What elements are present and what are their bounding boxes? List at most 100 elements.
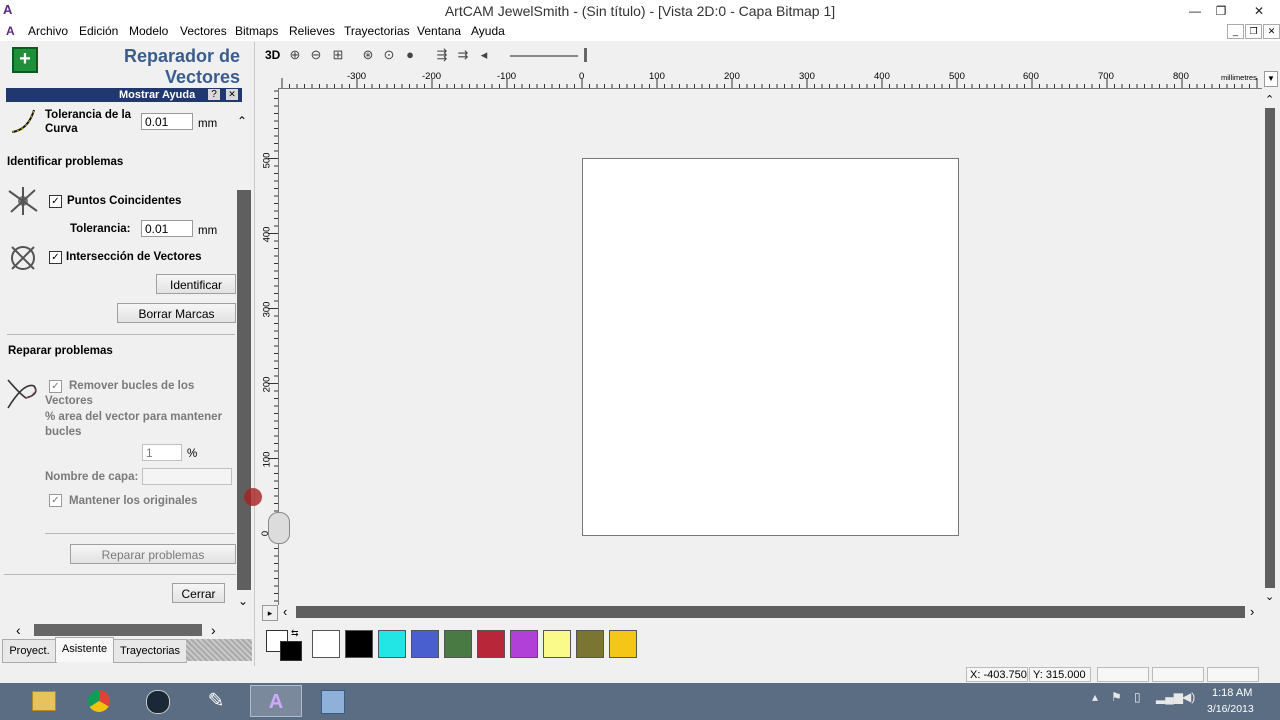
clock-time[interactable]: 1:18 AM (1212, 687, 1252, 699)
status-field (1097, 667, 1149, 682)
scroll-up-icon[interactable]: ⌃ (237, 114, 247, 128)
palette-swatch[interactable] (543, 630, 571, 658)
scroll-left-icon[interactable]: ‹ (16, 622, 21, 638)
scroll-down-icon[interactable]: ⌄ (238, 594, 248, 608)
view-3d-button[interactable]: 3D (265, 48, 280, 62)
device-icon[interactable]: ▯ (1134, 690, 1141, 704)
restore-button[interactable]: ❐ (1206, 0, 1236, 22)
zoom-box-icon[interactable]: ⊞ (330, 47, 346, 63)
menu-bitmaps[interactable]: Bitmaps (235, 24, 278, 38)
swap-colors-icon[interactable]: ⇆ (291, 628, 299, 639)
canvas-scroll-up-icon[interactable]: ⌃ (1265, 93, 1274, 106)
menu-trayectorias[interactable]: Trayectorias (344, 24, 410, 38)
panel-scrollbar-thumb[interactable] (237, 190, 251, 590)
menu-vectores[interactable]: Vectores (180, 24, 227, 38)
canvas-vscroll-thumb[interactable] (1265, 108, 1275, 588)
zoom-out-icon[interactable]: ⊖ (308, 47, 324, 63)
identify-button[interactable]: Identificar (156, 274, 236, 294)
mdi-close-button[interactable]: ✕ (1263, 24, 1280, 39)
menu-relieves[interactable]: Relieves (289, 24, 335, 38)
artcam-icon[interactable]: A (250, 685, 302, 717)
tab-project[interactable]: Proyect. (2, 639, 57, 663)
menu-edicion[interactable]: Edición (79, 24, 118, 38)
scroll-right-icon[interactable]: › (211, 622, 216, 638)
repair-problems-button[interactable]: Reparar problemas (70, 544, 236, 564)
menu-ventana[interactable]: Ventana (417, 24, 461, 38)
material-sheet[interactable] (582, 158, 959, 536)
curve-tolerance-input[interactable]: 0.01 (141, 113, 193, 130)
zoom-all-icon[interactable]: ⊛ (360, 47, 376, 63)
steam-icon[interactable] (138, 685, 178, 717)
vector-intersection-checkbox[interactable]: ✓ (49, 251, 62, 264)
zoom-in-icon[interactable]: ⊕ (287, 47, 303, 63)
tab-toolpaths[interactable]: Trayectorias (113, 639, 187, 663)
percent-area-input[interactable]: 1 (142, 444, 182, 461)
vector-intersection-icon (11, 246, 35, 270)
pen-tool-icon[interactable]: ✎ (196, 685, 236, 717)
hscroll-expand-icon[interactable]: ▸ (262, 605, 278, 621)
clear-marks-button[interactable]: Borrar Marcas (117, 303, 236, 323)
zoom-previous-icon[interactable]: ● (402, 47, 418, 63)
help-bar[interactable]: Mostrar Ayuda ? ✕ (6, 88, 242, 102)
canvas-scroll-left-icon[interactable]: ‹ (283, 604, 287, 619)
palette-swatch[interactable] (444, 630, 472, 658)
slider-track[interactable] (510, 55, 578, 57)
menu-modelo[interactable]: Modelo (129, 24, 168, 38)
canvas-scroll-down-icon[interactable]: ⌄ (1265, 590, 1274, 603)
doc-icon[interactable]: A (6, 24, 15, 38)
curve-icon (11, 109, 35, 133)
layer-reset-icon[interactable]: ◂ (476, 47, 492, 63)
canvas-scroll-right-icon[interactable]: › (1250, 604, 1254, 619)
palette-swatch[interactable] (609, 630, 637, 658)
panel-title-line2: Vectores (164, 67, 240, 87)
layer-name-input[interactable] (142, 468, 232, 485)
v-ruler-label: 400 (261, 226, 273, 243)
mdi-restore-button[interactable]: ❐ (1245, 24, 1262, 39)
mdi-minimize-button[interactable]: _ (1227, 24, 1244, 39)
help-close-button[interactable]: ✕ (226, 89, 238, 100)
keep-originals-label: Mantener los originales (69, 495, 198, 507)
layer-up-icon[interactable]: ⇶ (434, 47, 450, 63)
canvas-hscroll-thumb[interactable] (296, 606, 1245, 618)
close-panel-button[interactable]: Cerrar (172, 583, 225, 603)
panel-title-line1: Reparador de (123, 46, 240, 66)
h-ruler-label: 600 (1023, 71, 1039, 82)
keep-originals-checkbox[interactable]: ✓ (49, 494, 62, 507)
zoom-selection-icon[interactable]: ⊙ (381, 47, 397, 63)
menu-ayuda[interactable]: Ayuda (471, 24, 505, 38)
remove-loops-label-1: Remover bucles de los (69, 380, 195, 392)
signal-icon[interactable]: ▂▄▆ (1156, 690, 1183, 704)
palette-swatch[interactable] (312, 630, 340, 658)
slider-handle[interactable] (584, 48, 587, 62)
coincident-points-checkbox[interactable]: ✓ (49, 195, 62, 208)
volume-icon[interactable]: ◀) (1182, 690, 1195, 704)
palette-swatch[interactable] (510, 630, 538, 658)
status-x-coordinate: X: -403.750 (966, 667, 1028, 682)
layer-down-icon[interactable]: ⇉ (455, 47, 471, 63)
tolerance-input[interactable]: 0.01 (141, 220, 193, 237)
flag-icon[interactable]: ⚑ (1111, 690, 1122, 704)
h-ruler-label: 300 (799, 71, 815, 82)
floppy-icon[interactable] (312, 685, 352, 717)
palette-swatch[interactable] (378, 630, 406, 658)
secondary-color-swatch[interactable] (280, 641, 302, 661)
menu-archivo[interactable]: Archivo (28, 24, 68, 38)
palette-swatch[interactable] (411, 630, 439, 658)
tab-assistant[interactable]: Asistente (55, 637, 114, 662)
remove-loops-checkbox[interactable]: ✓ (49, 380, 62, 393)
chrome-icon[interactable] (80, 685, 120, 717)
ruler-dropdown-icon[interactable]: ▼ (1264, 71, 1278, 87)
show-hidden-icons[interactable]: ▴ (1092, 690, 1098, 704)
h-ruler-label: 700 (1098, 71, 1114, 82)
v-ruler-label: 100 (261, 451, 273, 468)
clock-date[interactable]: 3/16/2013 (1207, 703, 1254, 715)
file-explorer-icon[interactable] (22, 685, 62, 717)
palette-swatch[interactable] (345, 630, 373, 658)
palette-swatch[interactable] (477, 630, 505, 658)
vector-intersection-label: Intersección de Vectores (66, 251, 202, 263)
help-question-button[interactable]: ? (208, 89, 220, 100)
title-bar: A ArtCAM JewelSmith - (Sin título) - [Vi… (0, 0, 1280, 22)
panel-hscroll-thumb[interactable] (34, 624, 202, 636)
palette-swatch[interactable] (576, 630, 604, 658)
close-button[interactable]: ✕ (1240, 0, 1278, 22)
